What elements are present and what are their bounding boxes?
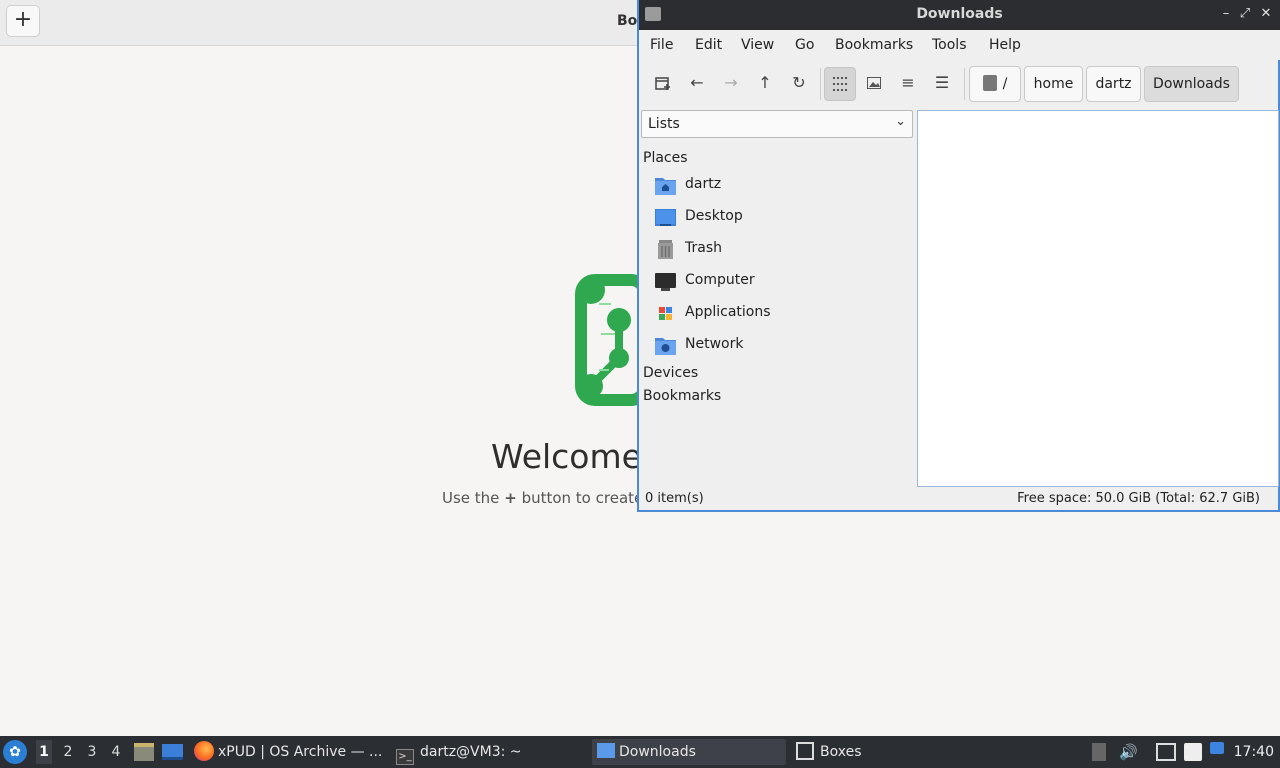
window-title: Downloads	[916, 6, 1003, 22]
network-folder-icon	[655, 338, 676, 355]
menu-file[interactable]: File	[650, 37, 673, 53]
notification-icon[interactable]	[1210, 742, 1224, 754]
sidebar-item-dartz[interactable]: dartz	[655, 173, 905, 199]
folder-icon	[597, 743, 615, 758]
menu-bookmarks[interactable]: Bookmarks	[835, 37, 913, 53]
hint-prefix: Use the	[442, 489, 500, 507]
boxes-icon	[796, 742, 814, 760]
menu-edit[interactable]: Edit	[695, 37, 722, 53]
boxes-logo-icon	[575, 274, 651, 410]
hint-suffix: button to create	[521, 489, 644, 507]
firefox-icon	[194, 741, 214, 761]
task-label: xPUD | OS Archive — ...	[218, 744, 383, 760]
file-manager-window: Downloads – ⤢ ✕ File Edit View Go Bookma…	[637, 0, 1280, 512]
sidebar-item-label: Applications	[685, 304, 771, 320]
welcome-hint: Use the + button to create	[442, 489, 643, 507]
thumbnail-view-icon[interactable]	[858, 67, 890, 101]
show-desktop-icon[interactable]	[162, 744, 183, 760]
path-root-button[interactable]: /	[969, 66, 1021, 102]
boxes-title: Bo	[617, 13, 638, 29]
file-list-area[interactable]	[917, 110, 1279, 487]
free-space: Free space: 50.0 GiB (Total: 62.7 GiB)	[1017, 491, 1260, 506]
desktop-icon	[655, 209, 676, 226]
maximize-button[interactable]: ⤢	[1237, 5, 1253, 23]
toolbar: ← → ↑ ↻ ≡ ☰ / home dartz Downloads	[639, 62, 1280, 106]
workspace-2[interactable]: 2	[60, 744, 76, 760]
applications-icon	[657, 305, 674, 322]
eject-icon[interactable]	[1092, 743, 1106, 761]
drive-icon	[982, 75, 997, 91]
devices-heading[interactable]: Devices	[643, 365, 698, 381]
task-terminal[interactable]: >_ dartz@VM3: ~	[396, 739, 586, 765]
forward-arrow-icon[interactable]: →	[715, 67, 747, 101]
back-arrow-icon[interactable]: ←	[681, 67, 713, 101]
file-manager-launcher-icon[interactable]	[134, 743, 154, 761]
clipboard-icon[interactable]	[1184, 743, 1202, 761]
workspace-3[interactable]: 3	[84, 744, 100, 760]
path-home-button[interactable]: home	[1024, 66, 1083, 102]
terminal-icon: >_	[396, 749, 414, 765]
window-titlebar[interactable]: Downloads – ⤢ ✕	[639, 0, 1280, 30]
sidebar-item-applications[interactable]: Applications	[655, 301, 905, 327]
menu-go[interactable]: Go	[795, 37, 814, 53]
reload-icon[interactable]: ↻	[783, 67, 815, 101]
trash-icon	[658, 240, 673, 259]
sidebar-item-label: dartz	[685, 176, 722, 192]
start-menu-icon[interactable]: ✿	[3, 740, 27, 764]
sidebar-item-label: Computer	[685, 272, 755, 288]
side-pane-mode-value: Lists	[648, 116, 680, 132]
sidebar-item-label: Desktop	[685, 208, 743, 224]
sidebar-item-computer[interactable]: Computer	[655, 269, 905, 295]
workspace-4[interactable]: 4	[108, 744, 124, 760]
taskbar: ✿ 1 2 3 4 xPUD | OS Archive — ... >_ dart…	[0, 736, 1280, 768]
sidebar-item-network[interactable]: Network	[655, 333, 905, 359]
up-arrow-icon[interactable]: ↑	[749, 67, 781, 101]
welcome-heading: Welcome	[491, 437, 642, 476]
path-root-label: /	[1002, 76, 1008, 92]
sidebar-item-label: Trash	[685, 240, 722, 256]
task-label: Downloads	[619, 744, 696, 760]
network-icon[interactable]	[1156, 743, 1176, 761]
computer-icon	[655, 273, 676, 291]
minimize-button[interactable]: –	[1218, 5, 1234, 23]
sidebar-item-trash[interactable]: Trash	[655, 237, 905, 263]
task-label: dartz@VM3: ~	[420, 744, 522, 760]
boxes-add-button[interactable]: +	[6, 5, 40, 37]
status-bar: 0 item(s) Free space: 50.0 GiB (Total: 6…	[639, 488, 1280, 510]
hint-plus-icon: +	[504, 489, 517, 507]
new-tab-icon[interactable]	[647, 67, 679, 101]
places-heading: Places	[643, 150, 688, 166]
menu-bar: File Edit View Go Bookmarks Tools Help	[639, 30, 1280, 60]
close-button[interactable]: ✕	[1258, 5, 1274, 23]
path-downloads-button[interactable]: Downloads	[1144, 66, 1239, 102]
bookmarks-heading[interactable]: Bookmarks	[643, 388, 721, 404]
task-firefox[interactable]: xPUD | OS Archive — ...	[194, 739, 384, 765]
path-dartz-button[interactable]: dartz	[1086, 66, 1141, 102]
sidebar-item-label: Network	[685, 336, 744, 352]
detailed-list-view-icon[interactable]: ☰	[926, 67, 958, 101]
side-pane-mode-select[interactable]: Lists ⌄	[641, 110, 913, 138]
workspace-1[interactable]: 1	[36, 740, 52, 764]
icon-view-icon[interactable]	[824, 67, 856, 101]
chevron-down-icon: ⌄	[895, 114, 906, 129]
task-boxes[interactable]: Boxes	[796, 739, 916, 765]
item-count: 0 item(s)	[645, 491, 704, 506]
volume-icon[interactable]: 🔊	[1119, 743, 1138, 761]
menu-tools[interactable]: Tools	[932, 37, 967, 53]
task-label: Boxes	[820, 744, 862, 760]
menu-help[interactable]: Help	[989, 37, 1021, 53]
home-folder-icon	[655, 178, 676, 195]
menu-view[interactable]: View	[741, 37, 774, 53]
compact-view-icon[interactable]: ≡	[892, 67, 924, 101]
task-downloads[interactable]: Downloads	[592, 739, 786, 765]
clock[interactable]: 17:40	[1234, 744, 1274, 760]
sidebar-item-desktop[interactable]: Desktop	[655, 205, 905, 231]
